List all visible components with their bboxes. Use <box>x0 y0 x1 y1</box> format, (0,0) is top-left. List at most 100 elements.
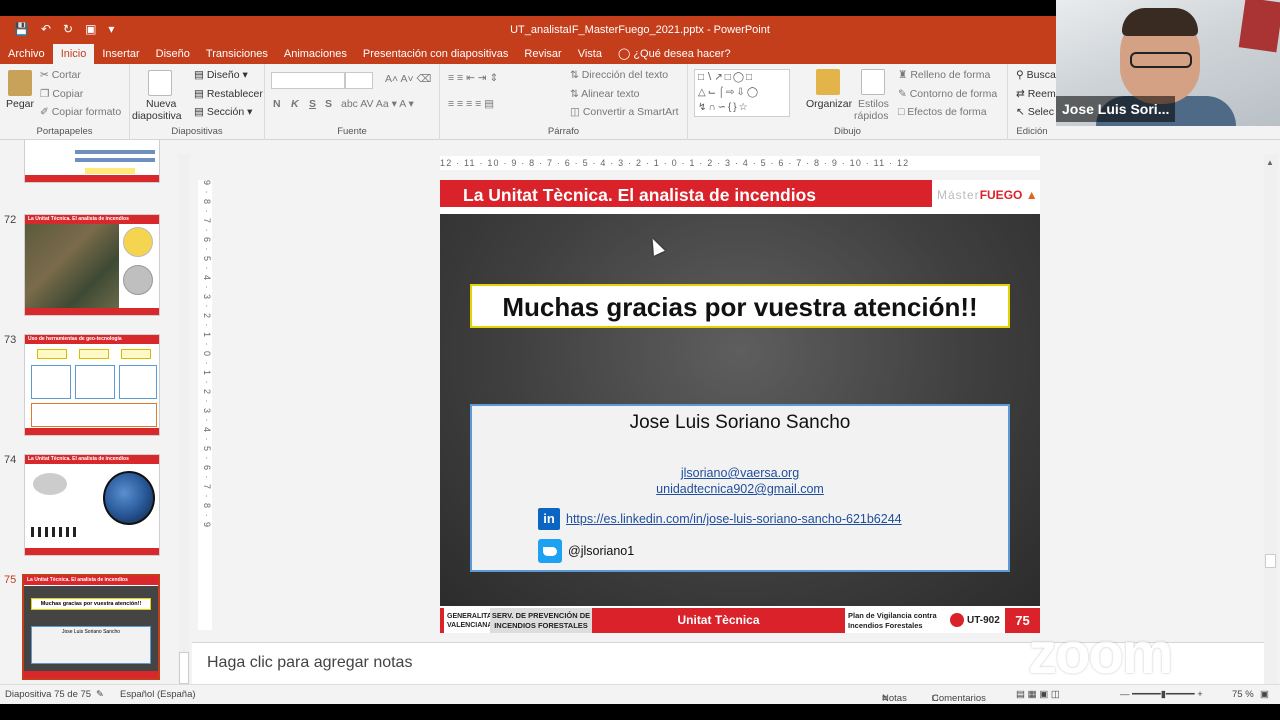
tab-diseno[interactable]: Diseño <box>148 44 198 64</box>
italic-button[interactable]: K <box>291 98 299 110</box>
new-slide-line1[interactable]: Nueva <box>146 98 176 110</box>
replace-icon: ⇄ <box>1016 88 1028 100</box>
contact-card[interactable]: Jose Luis Soriano Sancho jlsoriano@vaers… <box>470 404 1010 572</box>
group-dibujo: □∖↗□◯□ △⌙⌠⇨⇩◯ ↯∩∽{}☆ Organizar Estilos ráp… <box>688 64 1008 140</box>
format-painter-button[interactable]: ✐ Copiar formato <box>40 106 121 118</box>
reset-button[interactable]: ▤ Restablecer <box>194 88 263 100</box>
wall-poster <box>1238 0 1280 53</box>
tab-insertar[interactable]: Insertar <box>94 44 147 64</box>
group-label-diapositivas: Diapositivas <box>171 126 223 137</box>
email-link-1[interactable]: jlsoriano@vaersa.org <box>472 466 1008 480</box>
paste-icon[interactable] <box>8 70 32 96</box>
thumb-73-panel-1 <box>31 365 71 399</box>
tab-archivo[interactable]: Archivo <box>0 44 53 64</box>
shape-fill-label: Relleno de forma <box>910 69 991 81</box>
tab-vista[interactable]: Vista <box>570 44 610 64</box>
find-button[interactable]: ⚲ Busca <box>1016 69 1056 81</box>
spellcheck-icon[interactable]: ✎ <box>96 689 104 700</box>
shape-effects-button[interactable]: □ Efectos de forma <box>898 106 987 118</box>
tab-presentacion[interactable]: Presentación con diapositivas <box>355 44 517 64</box>
thumbnail-74[interactable]: La Unitat Tècnica. El analista de incend… <box>24 454 160 556</box>
bold-button[interactable]: N <box>273 98 281 110</box>
arrange-icon[interactable] <box>816 69 840 95</box>
align-text-button[interactable]: ⇅ Alinear texto <box>570 88 640 100</box>
thumb-73-panel-bottom <box>31 403 157 427</box>
quick-styles-line1[interactable]: Estilos <box>858 98 889 110</box>
shapes-gallery[interactable]: □∖↗□◯□ △⌙⌠⇨⇩◯ ↯∩∽{}☆ <box>694 69 790 117</box>
thumb-73-header: Uso de herramientas de geo-tecnología <box>25 335 159 344</box>
cut-label: Cortar <box>51 69 81 81</box>
view-buttons[interactable]: ▤ ▦ ▣ ◫ <box>1016 689 1060 700</box>
align-text-icon: ⇅ <box>570 88 582 100</box>
thumb-75-header: La Unitat Tècnica. El analista de incend… <box>24 576 158 585</box>
thumbnail-scroll-thumb[interactable] <box>179 652 189 684</box>
thumbnail-number-72: 72 <box>4 214 17 226</box>
thumb-74-header: La Unitat Tècnica. El analista de incend… <box>25 455 159 464</box>
thanks-textbox[interactable]: Muchas gracias por vuestra atención!! <box>470 284 1010 328</box>
tab-revisar[interactable]: Revisar <box>516 44 569 64</box>
thumbnail-72[interactable]: La Unitat Tècnica. El analista de incend… <box>24 214 160 316</box>
linkedin-link[interactable]: https://es.linkedin.com/in/jose-luis-sor… <box>566 512 902 526</box>
twitter-icon <box>538 539 562 563</box>
slide-scrollbar[interactable]: ▲ <box>1264 154 1278 694</box>
thumb-73-box-3 <box>121 349 151 359</box>
thumb-75-footer <box>24 671 158 678</box>
status-language[interactable]: Español (España) <box>120 689 196 700</box>
quick-styles-icon[interactable] <box>861 69 885 95</box>
email-link-2[interactable]: unidadtecnica902@gmail.com <box>472 482 1008 496</box>
thumbnail-71-partial[interactable] <box>24 140 160 183</box>
tab-transiciones[interactable]: Transiciones <box>198 44 276 64</box>
tell-me-search[interactable]: ◯ ¿Qué desea hacer? <box>610 44 739 64</box>
contact-name: Jose Luis Soriano Sancho <box>629 412 851 433</box>
shape-fill-button[interactable]: ♜ Relleno de forma <box>898 69 990 81</box>
replace-button[interactable]: ⇄ Reem <box>1016 88 1056 100</box>
shape-outline-button[interactable]: ✎ Contorno de forma <box>898 88 997 100</box>
logo-fuego-text: FUEGO <box>979 188 1023 202</box>
thumb-75-thanks: Muchas gracias por vuestra atención!! <box>31 598 151 610</box>
section-button[interactable]: ▤ Sección ▾ <box>194 106 252 118</box>
copy-button[interactable]: ❐ Copiar <box>40 88 83 100</box>
thumbnail-73[interactable]: Uso de herramientas de geo-tecnología <box>24 334 160 436</box>
select-button[interactable]: ↖ Selec <box>1016 106 1054 118</box>
participant-video[interactable]: Jose Luis Sori... <box>1056 0 1280 126</box>
current-slide[interactable]: La Unitat Tècnica. El analista de incend… <box>440 180 1040 633</box>
new-slide-icon[interactable] <box>148 70 172 96</box>
participant-glasses <box>1130 52 1192 68</box>
thumb-74-footer <box>25 548 159 555</box>
cursor-icon: ↖ <box>1016 106 1028 118</box>
arrange-button[interactable]: Organizar <box>806 98 852 110</box>
effects-icon: □ <box>898 106 908 118</box>
section-label: Sección <box>206 106 245 118</box>
status-bar: Diapositiva 75 de 75 ✎ Español (España) … <box>0 684 1280 704</box>
scissors-icon: ✂ <box>40 69 52 81</box>
zoom-slider[interactable]: — ━━━━━▮━━━━━ + <box>1120 689 1203 700</box>
font-extra-buttons[interactable]: abc AV Aa ▾ A ▾ <box>341 98 414 110</box>
underline-button[interactable]: S <box>309 98 316 110</box>
scroll-up-icon[interactable]: ▲ <box>1266 158 1274 167</box>
group-diapositivas: Nueva diapositiva ▤ Diseño ▾ ▤ Restablec… <box>130 64 265 140</box>
shadow-button[interactable]: S <box>325 98 332 110</box>
select-label: Selec <box>1027 106 1054 118</box>
layout-button[interactable]: ▤ Diseño ▾ <box>194 69 248 81</box>
fit-slide-icon[interactable]: ▣ <box>1260 689 1269 700</box>
text-direction-button[interactable]: ⇅ Dirección del texto <box>570 69 668 81</box>
quick-styles-line2[interactable]: rápidos <box>854 110 888 122</box>
zoom-level[interactable]: 75 % <box>1232 689 1254 700</box>
group-label-parrafo: Párrafo <box>547 126 580 137</box>
tab-inicio[interactable]: Inicio <box>52 44 95 64</box>
cut-button[interactable]: ✂ Cortar <box>40 69 81 81</box>
paste-button[interactable]: Pegar <box>6 98 34 110</box>
thumbnail-number-73: 73 <box>4 334 17 346</box>
slide-scroll-thumb[interactable] <box>1265 554 1276 568</box>
thumbnail-scrollbar[interactable] <box>178 154 190 694</box>
list-buttons[interactable]: ≡ ≡ ⇤ ⇥ ⇕ <box>448 72 498 84</box>
font-size-buttons[interactable]: A˄ A˅ ⌫ <box>385 73 431 85</box>
align-buttons[interactable]: ≡ ≡ ≡ ≡ ▤ <box>448 98 494 110</box>
font-name-input[interactable] <box>271 72 345 89</box>
smartart-button[interactable]: ◫ Convertir a SmartArt <box>570 106 679 118</box>
new-slide-line2[interactable]: diapositiva <box>132 110 182 122</box>
tab-animaciones[interactable]: Animaciones <box>276 44 355 64</box>
font-size-input[interactable] <box>345 72 373 89</box>
thumbnail-75[interactable]: La Unitat Tècnica. El analista de incend… <box>22 574 160 680</box>
master-fuego-logo: MásterFUEGO ▲ <box>932 180 1040 207</box>
